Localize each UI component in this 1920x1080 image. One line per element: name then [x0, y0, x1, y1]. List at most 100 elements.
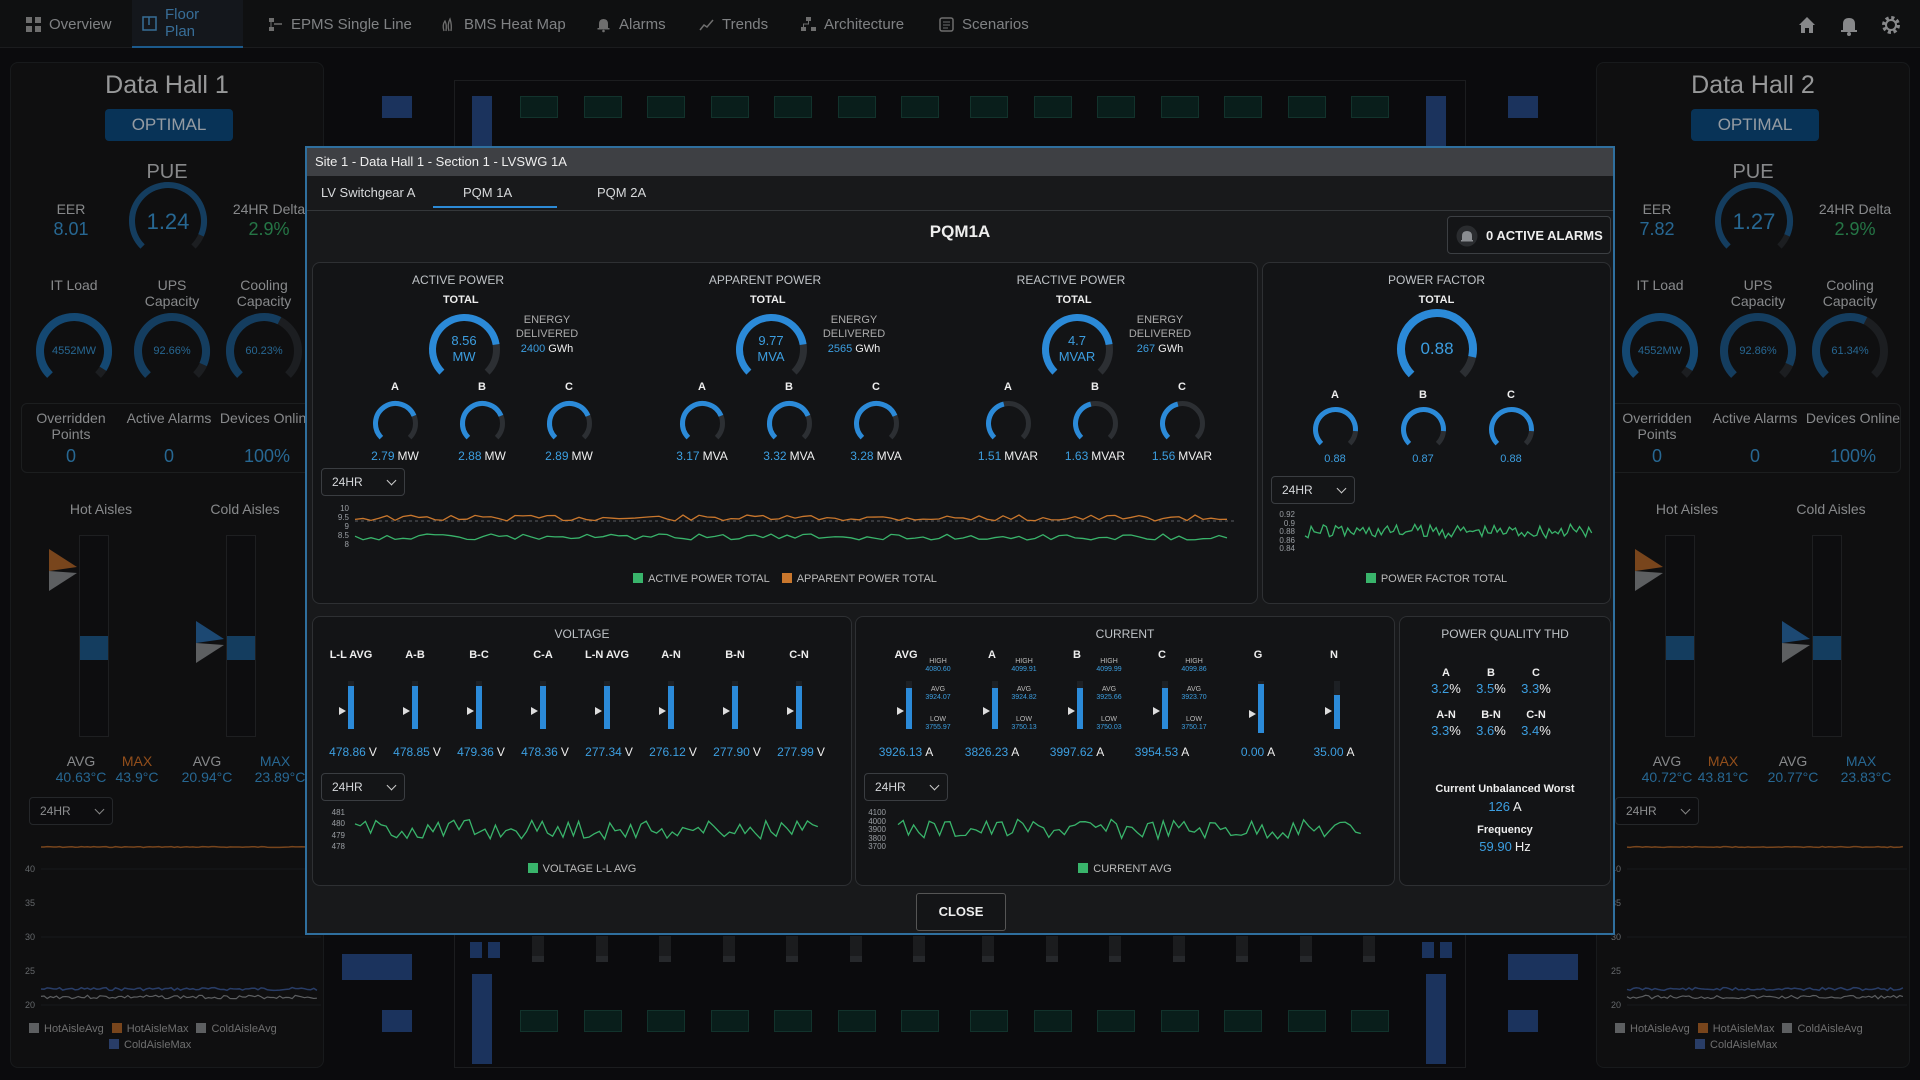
rack[interactable] — [1033, 96, 1072, 118]
rack-tile[interactable] — [1109, 936, 1121, 962]
rack-tile[interactable] — [786, 936, 798, 962]
notifications-bell-icon[interactable] — [1838, 14, 1860, 36]
pf-range-select[interactable]: 24HR — [1271, 476, 1355, 504]
gear-icon[interactable] — [1880, 14, 1902, 36]
rack[interactable] — [774, 96, 812, 118]
rack-tile[interactable] — [849, 936, 862, 962]
delta-value: 2.9% — [1834, 219, 1876, 239]
section-title: POWER QUALITY THD — [1441, 627, 1569, 641]
tab-floor-plan[interactable]: Floor Plan — [132, 0, 243, 48]
legend-item[interactable]: ACTIVE POWER TOTAL — [633, 573, 770, 585]
rack[interactable] — [1351, 1010, 1389, 1032]
legend-item[interactable]: HotAisleAvg — [29, 1021, 104, 1037]
pdu-unit[interactable] — [1426, 974, 1446, 1064]
rack-tile[interactable] — [1045, 936, 1058, 962]
legend-item[interactable]: POWER FACTOR TOTAL — [1365, 573, 1507, 585]
tab-overview[interactable]: Overview — [16, 0, 122, 48]
legend-item[interactable]: HotAisleMax — [111, 1021, 188, 1037]
legend-item[interactable]: HotAisleMax — [1697, 1021, 1774, 1037]
tab-pqm-1a[interactable]: PQM 1A — [433, 182, 557, 208]
rack-tile[interactable] — [595, 936, 608, 962]
rack[interactable] — [901, 96, 939, 118]
legend-item[interactable]: CURRENT AVG — [1078, 863, 1172, 875]
crah-unit[interactable] — [1508, 1010, 1538, 1032]
crah-unit[interactable] — [1508, 96, 1538, 118]
legend-item[interactable]: ColdAisleMax — [1695, 1037, 1777, 1053]
rack[interactable] — [710, 96, 749, 118]
crah-unit[interactable] — [342, 954, 412, 980]
tab-scenarios[interactable]: Scenarios — [929, 0, 1039, 48]
close-button[interactable]: CLOSE — [916, 893, 1006, 931]
rack[interactable] — [901, 1010, 939, 1032]
cold-aisle-bar[interactable] — [1812, 535, 1842, 737]
rack[interactable] — [1160, 96, 1199, 118]
pdu-unit[interactable] — [470, 942, 482, 958]
rack[interactable] — [1287, 1010, 1326, 1032]
pdu-unit[interactable] — [1440, 942, 1452, 958]
tab-architecture[interactable]: Architecture — [791, 0, 914, 48]
legend-item[interactable]: APPARENT POWER TOTAL — [781, 573, 937, 585]
legend-item[interactable]: HotAisleAvg — [1615, 1021, 1690, 1037]
cold-aisle-bar[interactable] — [226, 535, 256, 737]
rack[interactable] — [1224, 1010, 1262, 1032]
tab-lv-switchgear-a[interactable]: LV Switchgear A — [321, 182, 415, 208]
tab-epms-single-line[interactable]: EPMS Single Line — [258, 0, 422, 48]
rack-tile[interactable] — [1299, 936, 1312, 962]
time-range-select[interactable]: 24HR — [29, 797, 113, 825]
rack[interactable] — [583, 96, 622, 118]
hot-aisle-bar[interactable] — [79, 535, 109, 737]
rack[interactable] — [837, 96, 876, 118]
rack[interactable] — [520, 96, 558, 118]
rack[interactable] — [774, 1010, 812, 1032]
pdu-unit[interactable] — [1422, 942, 1434, 958]
legend-item[interactable]: VOLTAGE L-L AVG — [527, 863, 636, 875]
rack[interactable] — [520, 1010, 558, 1032]
rack[interactable] — [1224, 96, 1262, 118]
rack[interactable] — [583, 1010, 622, 1032]
crah-unit[interactable] — [1508, 954, 1578, 980]
legend-item[interactable]: ColdAisleAvg — [1782, 1021, 1863, 1037]
phase-gauge-fill — [372, 400, 416, 439]
rack-tile[interactable] — [1363, 936, 1375, 962]
rack[interactable] — [1160, 1010, 1199, 1032]
tab-alarms[interactable]: Alarms — [586, 0, 676, 48]
rack[interactable] — [647, 96, 685, 118]
legend-item[interactable]: ColdAisleAvg — [196, 1021, 277, 1037]
rack[interactable] — [837, 1010, 876, 1032]
rack[interactable] — [710, 1010, 749, 1032]
rack[interactable] — [647, 1010, 685, 1032]
tab-trends[interactable]: Trends — [689, 0, 778, 48]
pdu-unit[interactable] — [488, 942, 500, 958]
rack[interactable] — [1351, 96, 1389, 118]
tab-pqm-2a[interactable]: PQM 2A — [597, 182, 646, 208]
rack[interactable] — [1033, 1010, 1072, 1032]
crah-unit[interactable] — [382, 1010, 412, 1032]
phase-unit: MW — [571, 449, 593, 463]
rack-tile[interactable] — [659, 936, 671, 962]
current-range-select[interactable]: 24HR — [864, 773, 948, 801]
rack[interactable] — [1097, 96, 1135, 118]
rack-tile[interactable] — [722, 936, 735, 962]
phase-value: 3.28 MVA — [836, 449, 916, 463]
rack-tile[interactable] — [1236, 936, 1248, 962]
pdu-unit[interactable] — [472, 974, 492, 1064]
time-range-select[interactable]: 24HR — [1615, 797, 1699, 825]
rack-tile[interactable] — [982, 936, 994, 962]
rack[interactable] — [1097, 1010, 1135, 1032]
hot-aisle-bar[interactable] — [1665, 535, 1695, 737]
voltage-range-select[interactable]: 24HR — [321, 773, 405, 801]
rack[interactable] — [1287, 96, 1326, 118]
power-range-select[interactable]: 24HR — [321, 468, 405, 496]
rack-tile[interactable] — [532, 936, 544, 962]
rack-tile[interactable] — [1172, 936, 1185, 962]
tab-bms-heat-map[interactable]: BMS Heat Map — [431, 0, 576, 48]
active-alarms-button[interactable]: 0 ACTIVE ALARMS — [1447, 216, 1611, 254]
rack[interactable] — [970, 96, 1008, 118]
rack-tile[interactable] — [913, 936, 925, 962]
home-icon[interactable] — [1796, 14, 1818, 36]
rack[interactable] — [970, 1010, 1008, 1032]
crah-unit[interactable] — [382, 96, 412, 118]
legend-item[interactable]: ColdAisleMax — [109, 1037, 191, 1053]
legend-label: ColdAisleAvg — [1797, 1023, 1863, 1035]
energy-number: 2400 — [520, 343, 546, 355]
